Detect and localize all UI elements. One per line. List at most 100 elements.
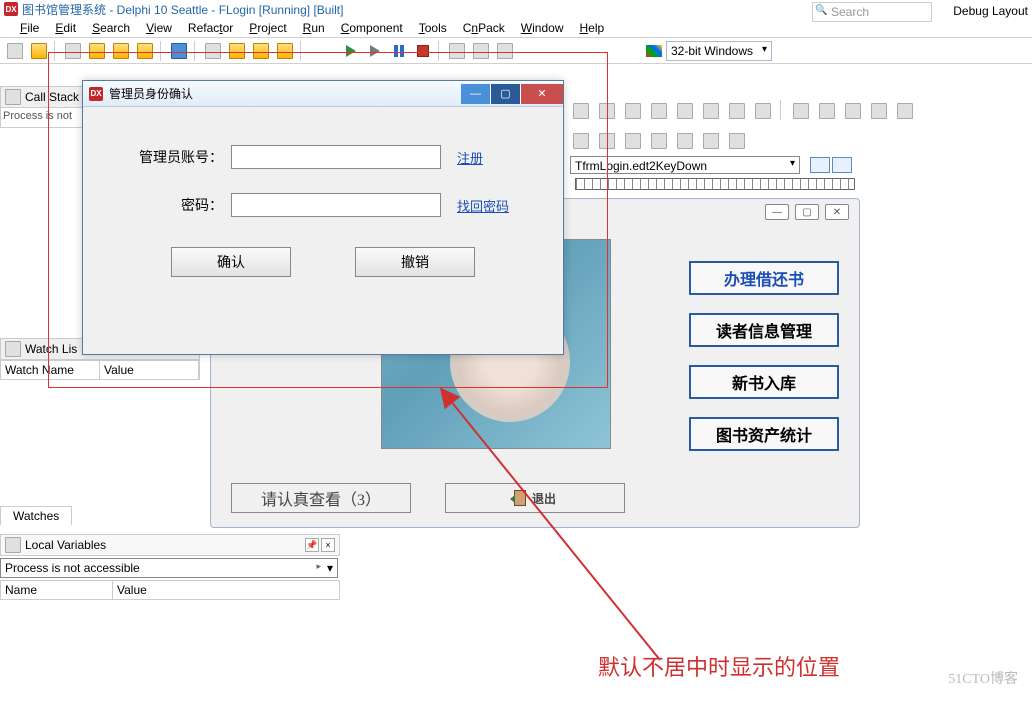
annotation-text: 默认不居中时显示的位置 (598, 650, 840, 682)
menu-edit[interactable]: Edit (47, 19, 84, 37)
check-button[interactable]: 请认真查看（3） (231, 483, 411, 513)
step-button[interactable] (470, 40, 492, 62)
ok-button[interactable]: 确认 (171, 247, 291, 277)
app-title: 图书馆管理系统 - Delphi 10 Seattle - FLogin [Ru… (22, 1, 343, 18)
comp-icon[interactable] (674, 100, 696, 122)
align-icon[interactable] (622, 130, 644, 152)
watches-tab-strip: Watches (0, 506, 72, 525)
minimize-icon[interactable]: — (765, 204, 789, 220)
comp-icon[interactable] (868, 100, 890, 122)
dialog-minimize-icon[interactable]: — (461, 84, 491, 104)
main-toolbar: 32-bit Windows (0, 38, 1032, 64)
comp-icon[interactable] (752, 100, 774, 122)
lv-col-name: Name (1, 581, 113, 599)
menu-window[interactable]: Window (513, 19, 572, 37)
maximize-icon[interactable]: ▢ (795, 204, 819, 220)
lv-col-value: Value (113, 581, 339, 599)
run-nodebug-button[interactable] (364, 40, 386, 62)
watermark: 51CTO博客 (948, 668, 1018, 688)
pause-button[interactable] (388, 40, 410, 62)
exit-button[interactable]: 退出 (445, 483, 625, 513)
forgot-link[interactable]: 找回密码 (457, 196, 509, 215)
menu-component[interactable]: Component (333, 19, 411, 37)
password-input[interactable] (231, 193, 441, 217)
login-titlebar: DX 管理员身份确认 — ▢ ✕ (83, 81, 563, 107)
save-button[interactable] (168, 40, 190, 62)
menu-tools[interactable]: Tools (411, 19, 455, 37)
watches-tab[interactable]: Watches (0, 506, 72, 525)
tool-icon[interactable] (110, 40, 132, 62)
close-icon[interactable]: ✕ (825, 204, 849, 220)
menu-run[interactable]: Run (295, 19, 333, 37)
watch-col-name: Watch Name (1, 361, 100, 379)
stop-button[interactable] (412, 40, 434, 62)
watch-icon (5, 341, 21, 357)
tool-icon[interactable] (202, 40, 224, 62)
align-icon[interactable] (596, 130, 618, 152)
menu-refactor[interactable]: Refactor (180, 19, 241, 37)
dialog-maximize-icon[interactable]: ▢ (491, 84, 521, 104)
menu-search[interactable]: Search (84, 19, 138, 37)
pin-icon[interactable]: 📌 (305, 538, 319, 552)
watch-title: Watch Lis (25, 342, 77, 356)
tool-icon[interactable] (274, 40, 296, 62)
align-icon[interactable] (570, 130, 592, 152)
new-button[interactable] (4, 40, 26, 62)
platform-combo[interactable]: 32-bit Windows (666, 41, 772, 61)
password-label: 密码： (113, 195, 223, 215)
comp-icon[interactable] (648, 100, 670, 122)
menu-cnpack[interactable]: CnPack (455, 19, 513, 37)
reader-button[interactable]: 读者信息管理 (689, 313, 839, 347)
comp-icon[interactable] (790, 100, 812, 122)
event-combo[interactable]: TfrmLogin.edt2KeyDown (570, 156, 800, 174)
dialog-icon: DX (89, 87, 103, 101)
view-list-icon[interactable] (810, 157, 830, 173)
layout-label[interactable]: Debug Layout (953, 4, 1028, 18)
comp-icon[interactable] (700, 100, 722, 122)
watch-col-value: Value (100, 361, 199, 379)
ide-search-input[interactable]: Search (812, 2, 932, 22)
account-input[interactable] (231, 145, 441, 169)
menu-help[interactable]: Help (571, 19, 612, 37)
comp-icon[interactable] (596, 100, 618, 122)
stack-icon (5, 89, 21, 105)
align-icon[interactable] (726, 130, 748, 152)
step-button[interactable] (446, 40, 468, 62)
close-icon[interactable]: × (321, 538, 335, 552)
component-toolbar (570, 100, 916, 122)
step-button[interactable] (494, 40, 516, 62)
menu-project[interactable]: Project (241, 19, 294, 37)
open-button[interactable] (28, 40, 50, 62)
cancel-button[interactable]: 撤销 (355, 247, 475, 277)
tool-icon[interactable] (250, 40, 272, 62)
comp-icon[interactable] (570, 100, 592, 122)
account-label: 管理员账号： (113, 147, 223, 167)
align-icon[interactable] (648, 130, 670, 152)
comp-icon[interactable] (726, 100, 748, 122)
tool-icon[interactable] (226, 40, 248, 62)
align-icon[interactable] (674, 130, 696, 152)
tool-icon[interactable] (86, 40, 108, 62)
run-button[interactable] (340, 40, 362, 62)
process-combo[interactable]: Process is not accessible (0, 558, 338, 578)
menu-view[interactable]: View (138, 19, 180, 37)
newbook-button[interactable]: 新书入库 (689, 365, 839, 399)
assets-button[interactable]: 图书资产统计 (689, 417, 839, 451)
local-vars-panel: Local Variables 📌 × Process is not acces… (0, 534, 340, 600)
register-link[interactable]: 注册 (457, 148, 483, 167)
comp-icon[interactable] (816, 100, 838, 122)
align-icon[interactable] (700, 130, 722, 152)
view-form-icon[interactable] (832, 157, 852, 173)
platform-icon (646, 45, 662, 57)
login-dialog: DX 管理员身份确认 — ▢ ✕ 管理员账号： 注册 密码： 找回密码 确认 撤… (82, 80, 564, 355)
local-vars-title: Local Variables (25, 538, 106, 552)
ruler (575, 178, 855, 190)
tool-icon[interactable] (62, 40, 84, 62)
comp-icon[interactable] (842, 100, 864, 122)
comp-icon[interactable] (894, 100, 916, 122)
dialog-close-icon[interactable]: ✕ (521, 84, 563, 104)
borrow-button[interactable]: 办理借还书 (689, 261, 839, 295)
comp-icon[interactable] (622, 100, 644, 122)
tool-icon[interactable] (134, 40, 156, 62)
menu-file[interactable]: File (12, 19, 47, 37)
